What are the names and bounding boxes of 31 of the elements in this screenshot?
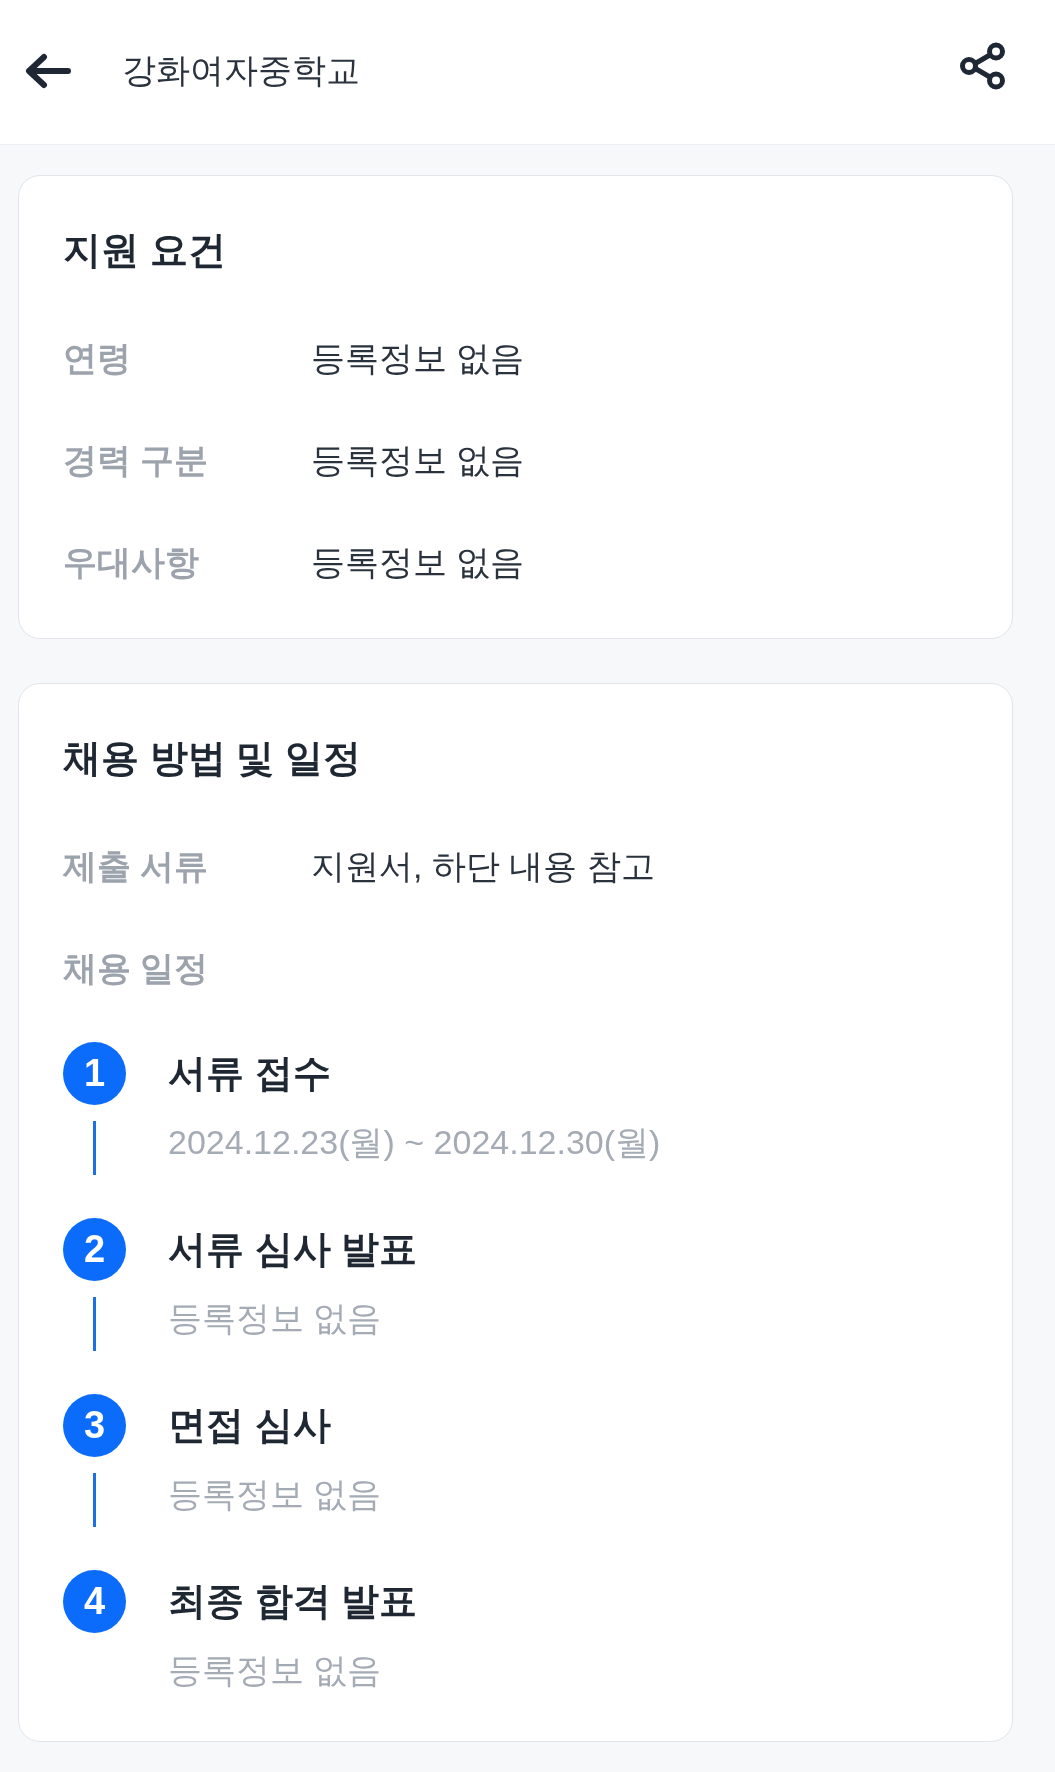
schedule-label: 채용 일정 [63, 948, 210, 989]
step-title: 최종 합격 발표 [168, 1579, 419, 1624]
step-detail: 2024.12.23(월) ~ 2024.12.30(월) [168, 1122, 662, 1163]
back-button[interactable] [24, 53, 72, 89]
arrow-left-icon [24, 53, 72, 89]
field-label: 제출 서류 [63, 846, 210, 887]
timeline-connector [93, 1121, 96, 1175]
field-value: 등록정보 없음 [311, 542, 525, 583]
step-detail: 등록정보 없음 [168, 1474, 383, 1515]
step-detail: 등록정보 없음 [168, 1650, 383, 1691]
step-number: 3 [63, 1394, 126, 1457]
field-label: 연령 [63, 338, 132, 379]
step-number: 4 [63, 1570, 126, 1633]
timeline-connector [93, 1473, 96, 1527]
field-value: 등록정보 없음 [311, 338, 525, 379]
field-value: 등록정보 없음 [311, 440, 525, 481]
field-value: 지원서, 하단 내용 참고 [311, 846, 655, 887]
header-title: 강화여자중학교 [122, 50, 361, 91]
step-number: 1 [63, 1042, 126, 1105]
step-title: 서류 심사 발표 [168, 1227, 419, 1272]
share-button[interactable] [959, 42, 1007, 90]
field-label: 우대사항 [63, 542, 200, 583]
step-title: 서류 접수 [168, 1051, 332, 1096]
timeline-connector [93, 1297, 96, 1351]
card-title: 지원 요건 [63, 228, 227, 273]
share-icon [959, 42, 1007, 90]
step-title: 면접 심사 [168, 1403, 332, 1448]
step-detail: 등록정보 없음 [168, 1298, 383, 1339]
card-title: 채용 방법 및 일정 [63, 736, 362, 781]
field-label: 경력 구분 [63, 440, 210, 481]
step-number: 2 [63, 1218, 126, 1281]
